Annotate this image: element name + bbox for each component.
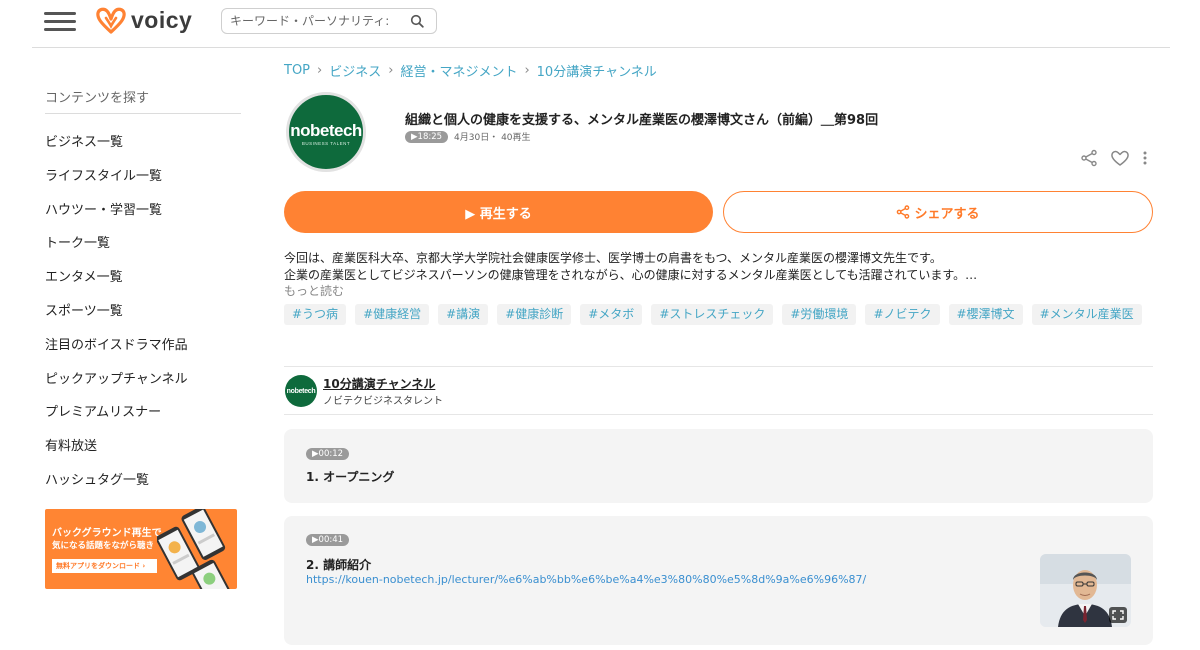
hashtag[interactable]: #メンタル産業医 [1031,304,1142,325]
channel-avatar-text: nobetech [286,387,316,395]
sidebar-item-voice-drama[interactable]: 注目のボイスドラマ作品 [45,329,241,363]
heart-icon[interactable] [1110,149,1130,167]
episode-title: 組織と個人の健康を支援する、メンタル産業医の櫻澤博文さん（前編）＿第98回 [405,113,879,128]
breadcrumb-channel[interactable]: 10分講演チャンネル [537,61,657,80]
channel-logo[interactable]: nobetech BUSINESS TALENT [286,92,366,172]
hashtag[interactable]: #ストレスチェック [651,304,774,325]
breadcrumb: TOP › ビジネス › 経営・マネジメント › 10分講演チャンネル [284,61,657,80]
share-icon[interactable] [1080,149,1098,167]
header: voicy [0,0,1200,48]
chapter-title: 1. オープニング [306,470,395,484]
banner-headline: バックグラウンド再生で [52,528,162,539]
channel-name-link[interactable]: 10分講演チャンネル [323,375,435,392]
breadcrumb-top[interactable]: TOP [284,63,310,78]
chapter-item[interactable]: ▶00:41 2. 講師紹介 https://kouen-nobetech.jp… [284,516,1153,645]
hashtag[interactable]: #健康診断 [497,304,572,325]
channel-logo-subtext: BUSINESS TALENT [301,140,351,146]
episode-actions [1068,149,1148,167]
expand-icon[interactable] [1109,607,1127,623]
play-button[interactable]: ▶ 再生する [284,191,713,233]
hashtag[interactable]: #健康経営 [355,304,430,325]
breadcrumb-chevron-icon: › [388,63,394,78]
sidebar-item-paid[interactable]: 有料放送 [45,430,241,464]
channel-avatar[interactable]: nobetech [285,375,317,407]
sidebar-item-talk[interactable]: トーク一覧 [45,227,241,261]
breadcrumb-management[interactable]: 経営・マネジメント [400,61,517,80]
duration-badge: ▶18:25 [405,130,449,143]
share-button-label: シェアする [914,206,980,222]
breadcrumb-business[interactable]: ビジネス [329,61,381,80]
chapter-time-badge: ▶00:41 [306,534,350,546]
episode-meta: ▶18:25 4月30日・ 40再生 [405,130,531,143]
speaker-photo[interactable] [1040,554,1131,627]
breadcrumb-chevron-icon: › [524,63,530,78]
app-download-banner[interactable]: バックグラウンド再生で 気になる話題をながら聴き 無料アプリをダウンロード › [45,509,237,589]
hashtag[interactable]: #メタボ [580,304,643,325]
logo-text: voicy [131,6,193,33]
sidebar-item-lifestyle[interactable]: ライフスタイル一覧 [45,160,241,194]
episode-description: 今回は、産業医科大卒、京都大学大学院社会健康医学修士、医学博士の肩書をもつ、メン… [284,250,977,284]
share-button[interactable]: シェアする [723,191,1153,233]
banner-download-button[interactable]: 無料アプリをダウンロード › [52,559,157,573]
voicy-logo[interactable]: voicy [95,5,192,35]
read-more-link[interactable]: もっと読む [284,282,344,299]
breadcrumb-chevron-icon: › [317,63,323,78]
search-icon[interactable] [410,14,424,28]
search-input[interactable] [230,14,406,28]
sidebar: コンテンツを探す ビジネス一覧 ライフスタイル一覧 ハウツー・学習一覧 トーク一… [45,84,241,498]
episode-date-plays: 4月30日・ 40再生 [454,133,531,143]
sidebar-list: ビジネス一覧 ライフスタイル一覧 ハウツー・学習一覧 トーク一覧 エンタメ一覧 … [45,126,241,498]
hashtag[interactable]: #講演 [438,304,489,325]
hashtag-list: #うつ病 #健康経営 #講演 #健康診断 #メタボ #ストレスチェック #労働環… [284,304,1154,334]
hashtag[interactable]: #労働環境 [782,304,857,325]
phone-mockup-icon [157,509,231,589]
sidebar-item-howto[interactable]: ハウツー・学習一覧 [45,194,241,228]
description-line: 企業の産業医としてビジネスパーソンの健康管理をされながら、心の健康に対するメンタ… [284,268,978,282]
share-icon [897,205,910,219]
hashtag[interactable]: #うつ病 [284,304,347,325]
sidebar-item-hashtags[interactable]: ハッシュタグ一覧 [45,464,241,498]
banner-subline: 気になる話題をながら聴き [52,541,155,551]
voicy-heart-logo-icon [96,7,126,34]
chapter-link[interactable]: https://kouen-nobetech.jp/lecturer/%e6%a… [306,573,866,586]
sidebar-item-entertainment[interactable]: エンタメ一覧 [45,261,241,295]
channel-owner: ノビテクビジネスタレント [323,396,443,407]
section-divider [284,366,1153,367]
channel-logo-text: nobetech [290,120,362,140]
header-divider [32,47,1170,48]
sidebar-item-pickup[interactable]: ピックアップチャンネル [45,363,241,397]
section-divider [284,414,1153,415]
chapter-item[interactable]: ▶00:12 1. オープニング [284,429,1153,503]
more-options-icon[interactable] [1142,149,1148,167]
hashtag[interactable]: #ノビテク [865,304,940,325]
description-line: 今回は、産業医科大卒、京都大学大学院社会健康医学修士、医学博士の肩書をもつ、メン… [284,251,942,265]
hashtag[interactable]: #櫻澤博文 [948,304,1023,325]
hamburger-menu-icon[interactable] [44,11,76,33]
sidebar-title: コンテンツを探す [45,84,241,114]
chapter-time-badge: ▶00:12 [306,448,350,460]
sidebar-item-business[interactable]: ビジネス一覧 [45,126,241,160]
search-box[interactable] [221,8,437,34]
sidebar-item-sports[interactable]: スポーツ一覧 [45,295,241,329]
sidebar-item-premium[interactable]: プレミアムリスナー [45,396,241,430]
chapter-title: 2. 講師紹介 [306,558,372,572]
